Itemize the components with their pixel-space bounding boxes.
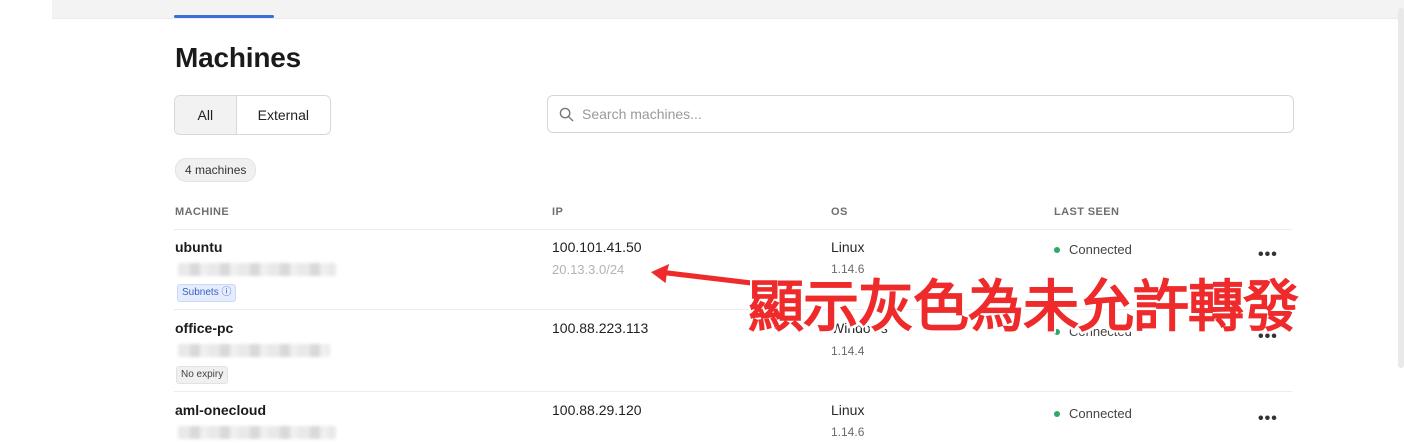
status-indicator: Connected xyxy=(1054,242,1132,257)
more-options-button[interactable]: ••• xyxy=(1258,410,1278,428)
column-header-os[interactable]: OS xyxy=(831,206,848,218)
column-header-machine[interactable]: MACHINE xyxy=(175,206,229,218)
os-version: 1.14.4 xyxy=(831,344,865,358)
machine-os: Linux xyxy=(831,239,865,255)
column-header-ip[interactable]: IP xyxy=(552,206,563,218)
no-expiry-badge: No expiry xyxy=(176,366,229,384)
redacted-address xyxy=(178,344,330,357)
header-divider xyxy=(174,229,1292,230)
app-frame: Machines All External 4 machines MACHINE… xyxy=(52,0,1404,444)
machine-name[interactable]: office-pc xyxy=(175,320,233,336)
scrollbar[interactable] xyxy=(1398,8,1404,368)
filter-external-button[interactable]: External xyxy=(237,96,330,134)
page-title: Machines xyxy=(175,42,301,73)
redacted-address xyxy=(178,263,336,276)
filter-all-button[interactable]: All xyxy=(175,96,237,134)
redacted-address xyxy=(178,426,336,439)
machine-name[interactable]: aml-onecloud xyxy=(175,402,266,418)
connected-dot-icon xyxy=(1054,246,1060,253)
machine-filter: All External xyxy=(174,95,331,135)
active-tab-indicator xyxy=(174,15,274,18)
search-input[interactable] xyxy=(580,105,1264,123)
subnet-route: 20.13.3.0/24 xyxy=(552,262,625,277)
os-version: 1.14.6 xyxy=(831,425,865,439)
status-indicator: Connected xyxy=(1054,406,1132,421)
search-icon xyxy=(559,107,574,121)
row-divider xyxy=(174,391,1292,392)
machine-ip: 100.88.29.120 xyxy=(552,402,642,418)
machine-ip: 100.88.223.113 xyxy=(552,320,649,336)
machine-os: Linux xyxy=(831,402,865,418)
search-box[interactable] xyxy=(547,95,1294,133)
status-text: Connected xyxy=(1069,406,1132,421)
machine-count-badge: 4 machines xyxy=(175,158,257,182)
machine-name[interactable]: ubuntu xyxy=(175,239,222,255)
column-header-last-seen[interactable]: LAST SEEN xyxy=(1054,206,1119,218)
connected-dot-icon xyxy=(1054,410,1060,417)
status-text: Connected xyxy=(1069,242,1132,257)
machine-ip: 100.101.41.50 xyxy=(552,239,642,255)
subnets-badge[interactable]: Subnets ⓘ xyxy=(177,284,237,302)
top-nav-bar xyxy=(52,0,1404,19)
annotation-text: 顯示灰色為未允許轉發 xyxy=(748,275,1299,340)
annotation-arrow-icon xyxy=(649,262,753,287)
